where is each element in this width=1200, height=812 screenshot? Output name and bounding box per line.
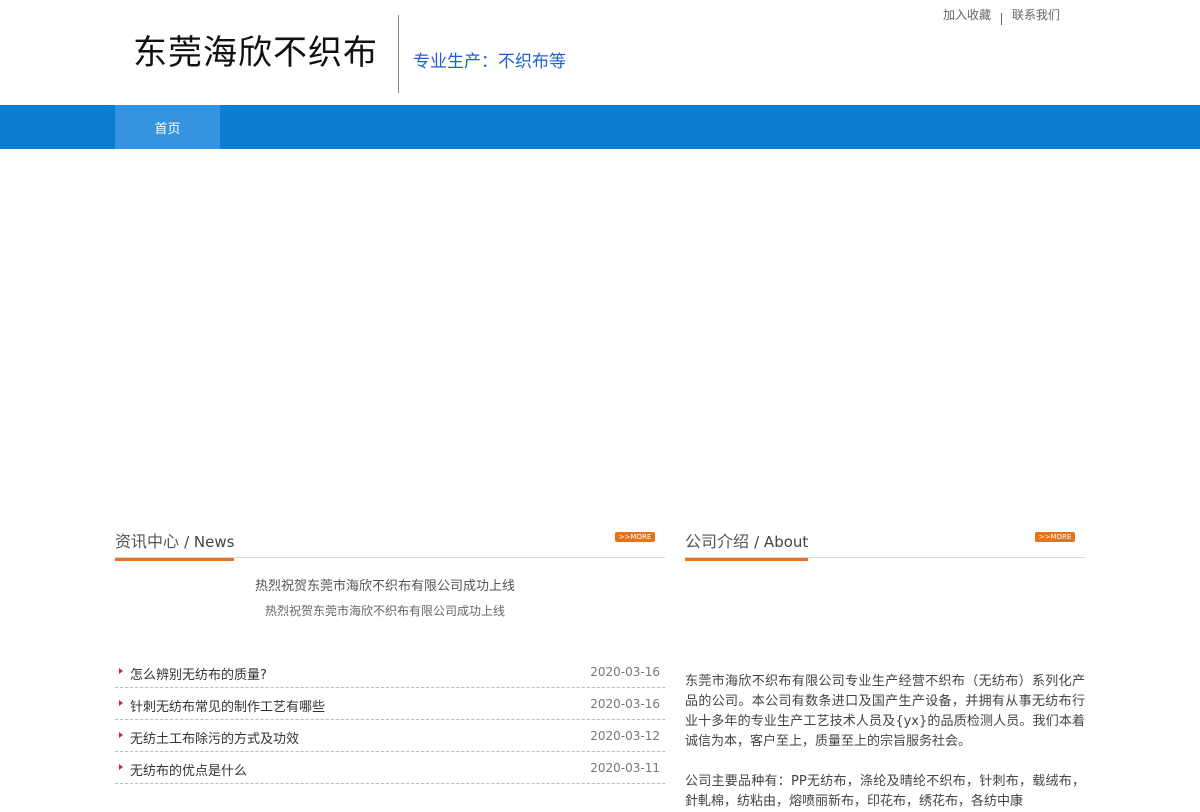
news-list-item[interactable]: 无纺土工布除污的方式及功效 2020-03-12	[115, 721, 665, 752]
about-title-cn: 公司介绍	[685, 532, 750, 551]
about-section-title: 公司介绍 / About	[685, 528, 809, 561]
news-item-date: 2020-03-12	[590, 729, 660, 743]
news-item-title[interactable]: 无纺布的优点是什么	[130, 760, 247, 779]
banner-area	[0, 149, 1200, 519]
about-title-en: / About	[754, 533, 809, 551]
featured-news-title[interactable]: 热烈祝贺东莞市海欣不织布有限公司成功上线	[115, 575, 655, 594]
news-item-date: 2020-03-16	[590, 697, 660, 711]
top-links: 加入收藏 联系我们	[943, 6, 1060, 25]
about-products-paragraph: 公司主要品种有：PP无纺布，涤纶及晴纶不织布，针刺布，载绒布，針軋棉，纺粘由，熔…	[685, 774, 1085, 809]
news-item-title[interactable]: 怎么辨别无纺布的质量?	[130, 664, 267, 683]
bullet-icon	[119, 764, 123, 770]
logo-divider	[398, 15, 399, 93]
link-separator	[1000, 12, 1002, 25]
news-item-title[interactable]: 无纺土工布除污的方式及功效	[130, 728, 299, 747]
about-paragraph: 东莞市海欣不织布有限公司专业生产经营不织布（无纺布）系列化产品的公司。本公司有数…	[685, 674, 1085, 749]
bullet-icon	[119, 700, 123, 706]
featured-news-subtitle: 热烈祝贺东莞市海欣不织布有限公司成功上线	[264, 604, 505, 618]
news-list: 怎么辨别无纺布的质量? 2020-03-16 针刺无纺布常见的制作工艺有哪些 2…	[115, 657, 665, 785]
news-list-item[interactable]: 怎么辨别无纺布的质量? 2020-03-16	[115, 657, 665, 688]
about-section-header: 公司介绍 / About >>MORE	[685, 521, 1085, 561]
main-nav: 首页	[0, 105, 1200, 149]
news-title-en: / News	[184, 533, 235, 551]
news-section-title: 资讯中心 / News	[115, 528, 235, 561]
news-item-title[interactable]: 针刺无纺布常见的制作工艺有哪些	[130, 696, 325, 715]
bullet-icon	[119, 732, 123, 738]
news-list-item[interactable]: 无纺布的优点是什么 2020-03-11	[115, 753, 665, 784]
news-item-date: 2020-03-16	[590, 665, 660, 679]
about-more-button[interactable]: >>MORE	[1035, 532, 1075, 542]
news-list-item[interactable]: 针刺无纺布常见的制作工艺有哪些 2020-03-16	[115, 689, 665, 720]
add-favorite-link[interactable]: 加入收藏	[943, 6, 991, 23]
news-item-date: 2020-03-11	[590, 761, 660, 775]
news-title-cn: 资讯中心	[115, 532, 180, 551]
bullet-icon	[119, 668, 123, 674]
news-more-button[interactable]: >>MORE	[615, 532, 655, 542]
site-header: 加入收藏 联系我们 东莞海欣不织布 专业生产：不织布等	[0, 0, 1200, 104]
news-section-header: 资讯中心 / News >>MORE	[115, 521, 665, 561]
nav-item-home[interactable]: 首页	[115, 105, 220, 149]
contact-us-link[interactable]: 联系我们	[1012, 6, 1060, 23]
site-logo[interactable]: 东莞海欣不织布	[133, 36, 378, 70]
site-slogan: 专业生产：不织布等	[413, 52, 566, 72]
